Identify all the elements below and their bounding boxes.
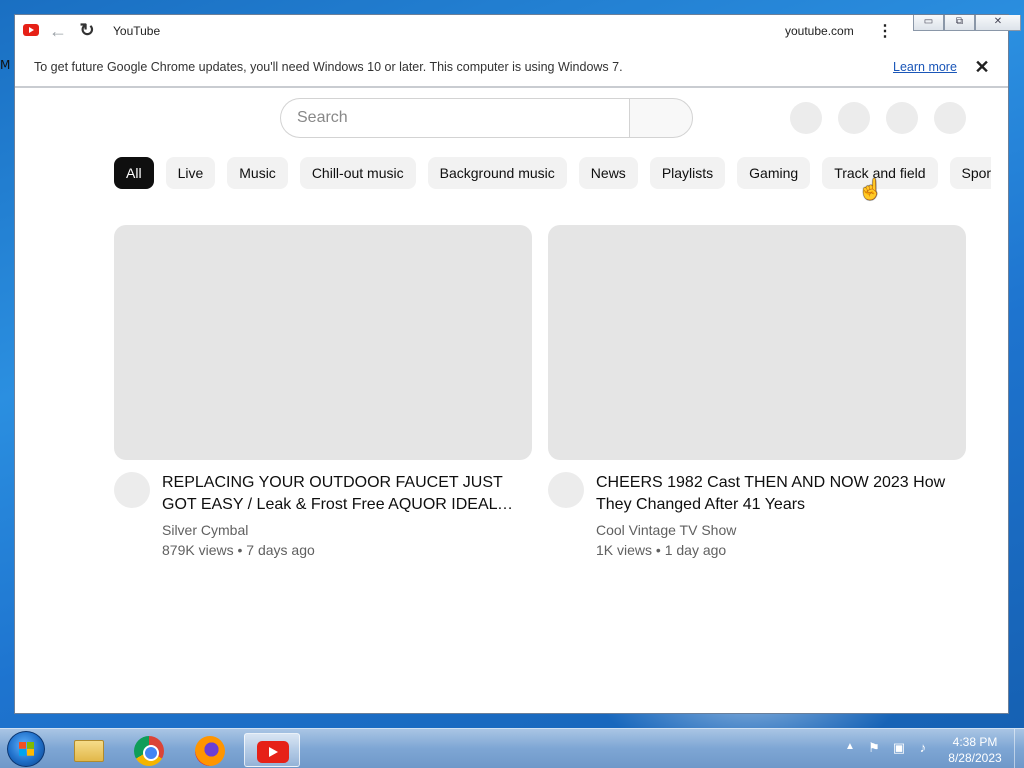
show-hidden-icons-icon[interactable]: ▲	[845, 741, 855, 752]
video-title[interactable]: REPLACING YOUR OUTDOOR FAUCET JUST GOT E…	[162, 472, 522, 516]
create-icon[interactable]	[790, 102, 822, 134]
minimize-button[interactable]: ▭	[913, 15, 944, 31]
infobar-close-icon[interactable]: ✕	[973, 55, 991, 79]
kebab-menu-icon[interactable]: ⋮	[877, 22, 893, 42]
restore-button[interactable]: ⧉	[944, 15, 975, 31]
explorer-taskbar-button[interactable]	[60, 733, 116, 767]
search-input[interactable]: Search	[280, 98, 630, 138]
system-clock[interactable]: 4:38 PM 8/28/2023	[940, 734, 1010, 766]
chip-background-music[interactable]: Background music	[427, 157, 567, 189]
folder-icon	[74, 740, 104, 762]
video-thumbnail[interactable]	[548, 225, 966, 460]
video-thumbnail[interactable]	[114, 225, 532, 460]
chrome-app-window: ← ↻ YouTube youtube.com ⋮ ▭ ⧉ ✕ To get f…	[14, 14, 1021, 714]
chip-news[interactable]: News	[578, 157, 638, 189]
channel-name[interactable]: Silver Cymbal	[162, 522, 248, 538]
chip-live[interactable]: Live	[165, 157, 216, 189]
chip-chill-out-music[interactable]: Chill-out music	[299, 157, 416, 189]
titlebar: ← ↻ YouTube youtube.com ⋮ ▭ ⧉ ✕	[15, 15, 1021, 48]
close-window-button[interactable]: ✕	[975, 15, 1021, 31]
taskbar: ▲ ⚑ ▣ ♪ 4:38 PM 8/28/2023	[0, 728, 1024, 768]
network-icon[interactable]: ▣	[891, 740, 907, 756]
video-meta: 1K views • 1 day ago	[596, 542, 727, 558]
chip-playlists[interactable]: Playlists	[649, 157, 726, 189]
show-desktop-button[interactable]	[1014, 729, 1024, 768]
update-infobar: To get future Google Chrome updates, you…	[15, 48, 1008, 88]
infobar-message: To get future Google Chrome updates, you…	[34, 60, 623, 74]
chip-music[interactable]: Music	[227, 157, 288, 189]
channel-avatar[interactable]	[548, 472, 584, 508]
learn-more-link[interactable]: Learn more	[893, 60, 957, 74]
video-meta: 879K views • 7 days ago	[162, 542, 315, 558]
chrome-taskbar-button[interactable]	[121, 733, 177, 767]
chrome-icon	[134, 736, 164, 766]
app-title: YouTube	[113, 24, 161, 38]
video-card[interactable]: CHEERS 1982 Cast THEN AND NOW 2023 How T…	[548, 225, 966, 558]
reload-icon[interactable]: ↻	[77, 20, 97, 40]
video-card[interactable]: REPLACING YOUR OUTDOOR FAUCET JUST GOT E…	[114, 225, 532, 558]
firefox-icon	[195, 736, 225, 766]
notifications-icon[interactable]	[886, 102, 918, 134]
channel-name[interactable]: Cool Vintage TV Show	[596, 522, 736, 538]
youtube-favicon-icon	[23, 24, 39, 36]
search-button[interactable]	[629, 98, 693, 138]
youtube-taskbar-button[interactable]	[244, 733, 300, 767]
youtube-icon	[257, 741, 289, 763]
hand-cursor-icon: ☝	[858, 179, 883, 201]
desktop-icon-label[interactable]: M	[0, 58, 10, 72]
firefox-taskbar-button[interactable]	[182, 733, 238, 767]
volume-muted-icon[interactable]: ♪	[915, 740, 931, 756]
apps-icon[interactable]	[838, 102, 870, 134]
chip-gaming[interactable]: Gaming	[737, 157, 811, 189]
video-title[interactable]: CHEERS 1982 Cast THEN AND NOW 2023 How T…	[596, 472, 956, 516]
back-arrow-icon[interactable]: ←	[49, 21, 67, 41]
chip-all[interactable]: All	[114, 157, 154, 189]
avatar[interactable]	[934, 102, 966, 134]
site-domain: youtube.com	[785, 24, 854, 38]
window-controls: ▭ ⧉ ✕	[913, 15, 1021, 31]
channel-avatar[interactable]	[114, 472, 150, 508]
clock-time: 4:38 PM	[952, 735, 998, 749]
clock-date: 8/28/2023	[948, 751, 1002, 765]
action-center-flag-icon[interactable]: ⚑	[866, 740, 882, 756]
chip-sports[interactable]: Sports	[949, 157, 991, 189]
start-button[interactable]	[7, 731, 45, 767]
